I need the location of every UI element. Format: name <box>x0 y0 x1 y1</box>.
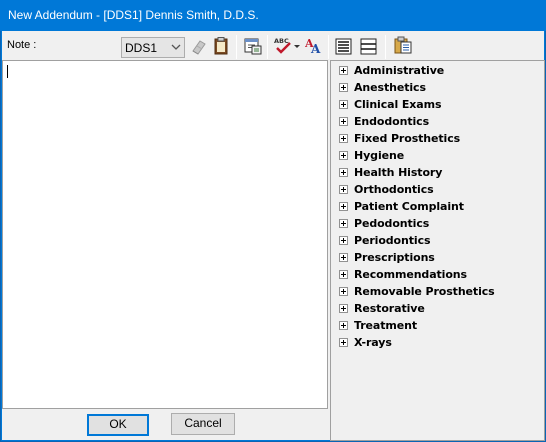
tree-item[interactable]: Restorative <box>331 300 544 317</box>
expand-plus-icon[interactable] <box>339 100 348 109</box>
expand-plus-icon[interactable] <box>339 83 348 92</box>
note-label: Note : <box>7 39 37 51</box>
tree-item[interactable]: X-rays <box>331 334 544 351</box>
tree-item-label: Orthodontics <box>354 183 434 196</box>
tree-item-label: Anesthetics <box>354 81 426 94</box>
chevron-down-icon <box>171 44 181 50</box>
expand-plus-icon[interactable] <box>339 304 348 313</box>
tree-item-label: X-rays <box>354 336 392 349</box>
tree-item-label: Removable Prosthetics <box>354 285 495 298</box>
svg-text:ABC: ABC <box>274 37 289 45</box>
tree-item[interactable]: Prescriptions <box>331 249 544 266</box>
cancel-button[interactable]: Cancel <box>171 413 235 435</box>
toolbar-separator <box>236 35 237 59</box>
tree-item-label: Pedodontics <box>354 217 430 230</box>
expand-plus-icon[interactable] <box>339 253 348 262</box>
provider-dropdown[interactable]: DDS1 <box>121 37 185 58</box>
tree-item-label: Endodontics <box>354 115 430 128</box>
eraser-icon[interactable] <box>189 37 209 57</box>
tree-list: Administrative Anesthetics Clinical Exams E… <box>331 62 544 351</box>
list-bordered-icon[interactable] <box>359 37 379 57</box>
tree-item[interactable]: Fixed Prosthetics <box>331 130 544 147</box>
svg-text:A: A <box>310 42 321 56</box>
tree-item[interactable]: Pedodontics <box>331 215 544 232</box>
expand-plus-icon[interactable] <box>339 134 348 143</box>
tree-item-label: Patient Complaint <box>354 200 464 213</box>
expand-plus-icon[interactable] <box>339 338 348 347</box>
tree-item[interactable]: Treatment <box>331 317 544 334</box>
tree-item[interactable]: Recommendations <box>331 266 544 283</box>
expand-plus-icon[interactable] <box>339 287 348 296</box>
tree-item-label: Prescriptions <box>354 251 435 264</box>
title-bar[interactable]: New Addendum - [DDS1] Dennis Smith, D.D.… <box>0 0 546 31</box>
ok-button[interactable]: OK <box>87 414 149 436</box>
tree-item[interactable]: Administrative <box>331 62 544 79</box>
spell-check-icon[interactable]: ABC <box>273 35 293 55</box>
expand-plus-icon[interactable] <box>339 321 348 330</box>
expand-plus-icon[interactable] <box>339 236 348 245</box>
text-caret <box>7 65 8 78</box>
list-lines-icon[interactable] <box>334 37 354 57</box>
tree-item[interactable]: Health History <box>331 164 544 181</box>
tree-item[interactable]: Patient Complaint <box>331 198 544 215</box>
font-icon[interactable]: A A <box>305 36 325 56</box>
tree-item[interactable]: Orthodontics <box>331 181 544 198</box>
tree-item-label: Fixed Prosthetics <box>354 132 461 145</box>
toolbar-separator <box>267 35 268 59</box>
expand-plus-icon[interactable] <box>339 185 348 194</box>
template-icon[interactable] <box>243 36 263 56</box>
expand-plus-icon[interactable] <box>339 168 348 177</box>
expand-plus-icon[interactable] <box>339 202 348 211</box>
expand-plus-icon[interactable] <box>339 66 348 75</box>
tree-item[interactable]: Anesthetics <box>331 79 544 96</box>
clipboard-icon[interactable] <box>211 36 231 56</box>
caret-down-icon[interactable] <box>293 37 301 57</box>
provider-dropdown-value: DDS1 <box>125 41 158 55</box>
expand-plus-icon[interactable] <box>339 117 348 126</box>
tree-item-label: Hygiene <box>354 149 405 162</box>
tree-item[interactable]: Hygiene <box>331 147 544 164</box>
paste-template-icon[interactable] <box>393 35 413 55</box>
tree-item-label: Clinical Exams <box>354 98 442 111</box>
tree-item-label: Periodontics <box>354 234 431 247</box>
tree-item[interactable]: Endodontics <box>331 113 544 130</box>
tree-item[interactable]: Periodontics <box>331 232 544 249</box>
expand-plus-icon[interactable] <box>339 219 348 228</box>
tree-item-label: Administrative <box>354 64 445 77</box>
tree-item[interactable]: Removable Prosthetics <box>331 283 544 300</box>
toolbar-separator <box>328 35 329 59</box>
expand-plus-icon[interactable] <box>339 151 348 160</box>
tree-item-label: Health History <box>354 166 443 179</box>
window-title: New Addendum - [DDS1] Dennis Smith, D.D.… <box>8 8 259 22</box>
note-text-area[interactable] <box>2 60 328 409</box>
toolbar-separator <box>385 35 386 59</box>
tree-item-label: Restorative <box>354 302 425 315</box>
tree-item-label: Recommendations <box>354 268 467 281</box>
tree-item[interactable]: Clinical Exams <box>331 96 544 113</box>
tree-item-label: Treatment <box>354 319 417 332</box>
expand-plus-icon[interactable] <box>339 270 348 279</box>
template-tree[interactable]: Administrative Anesthetics Clinical Exams E… <box>330 60 545 441</box>
